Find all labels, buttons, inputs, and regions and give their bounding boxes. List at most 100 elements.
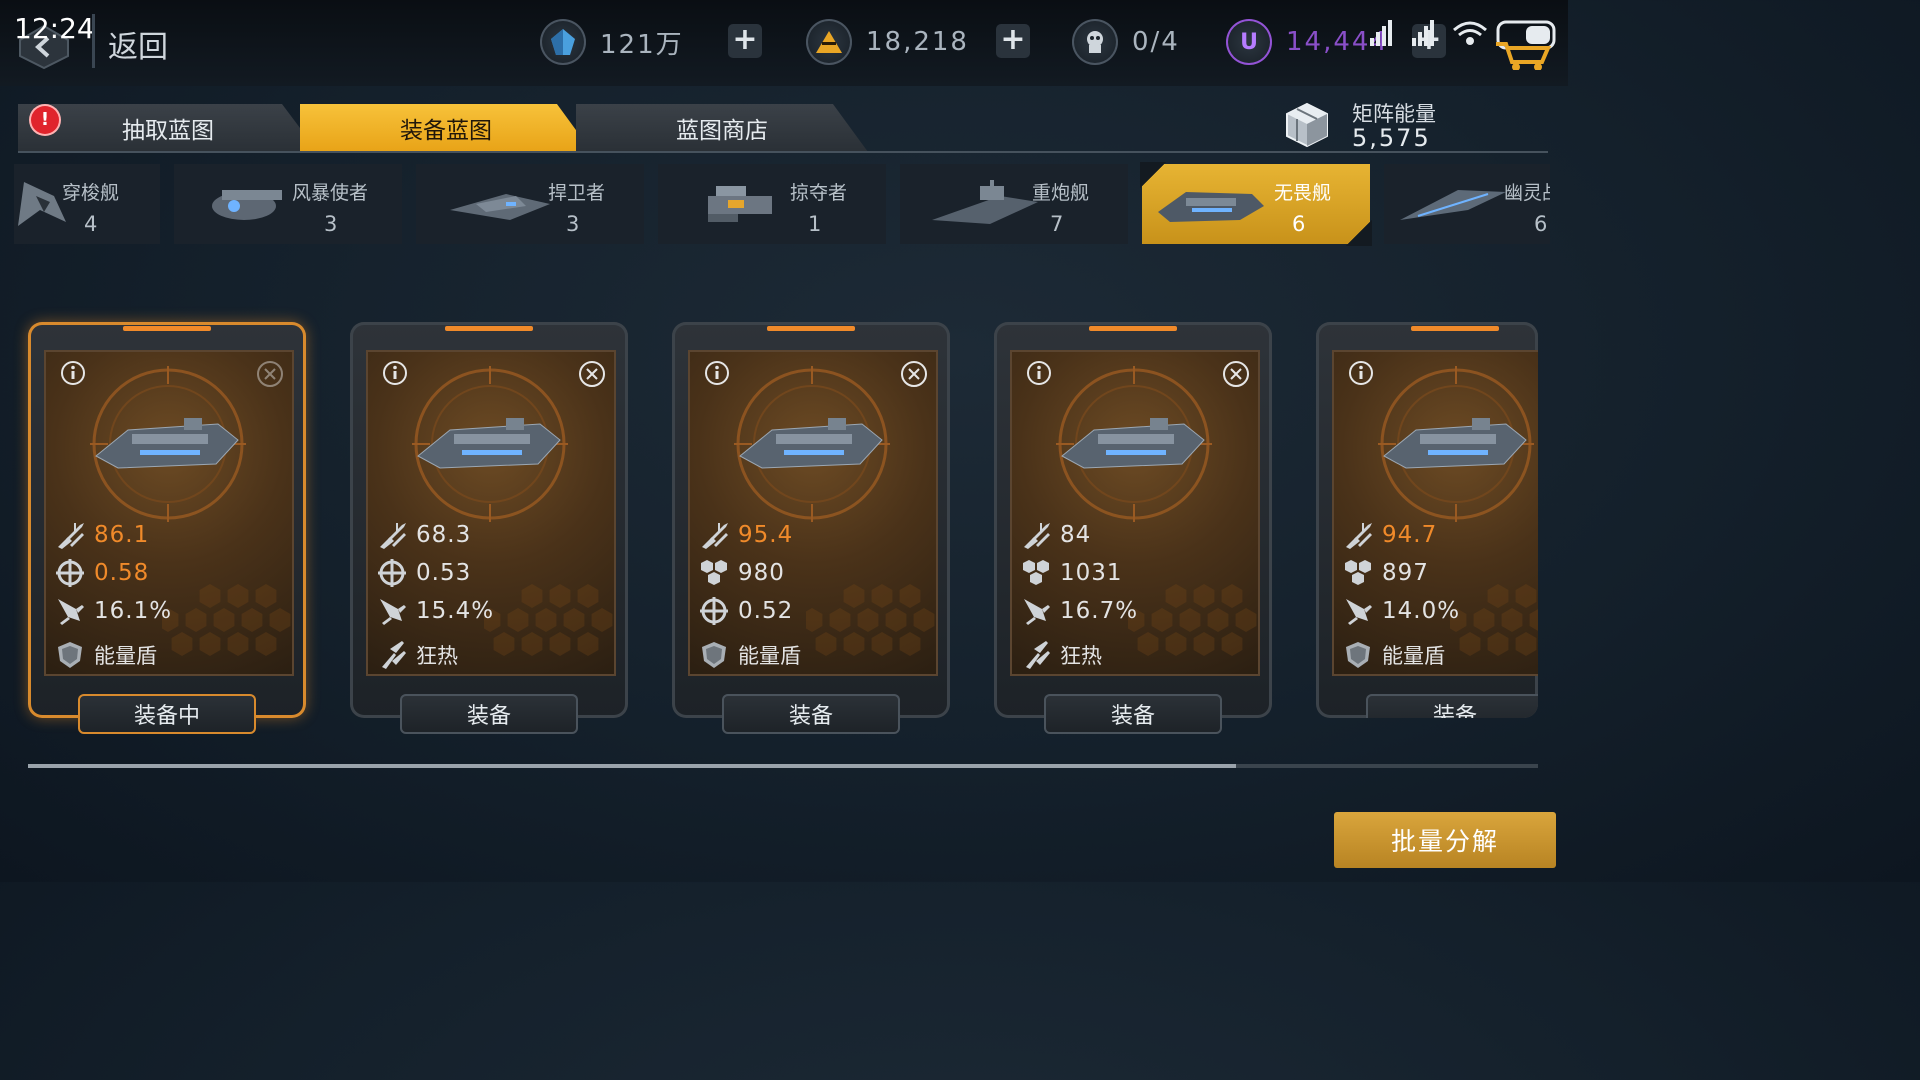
card-body: 94.7 897 14.0% 能量盾: [1332, 350, 1538, 676]
ship-class-dreadnought[interactable]: 无畏舰 6: [1140, 162, 1372, 246]
artillery-ship-icon: [932, 180, 1038, 224]
crystal-value: 121万: [600, 29, 684, 60]
crosshair-icon: [378, 559, 406, 587]
tab-label: 抽取蓝图: [122, 118, 214, 144]
ship-class-count: 1: [808, 212, 822, 236]
gold-icon: [806, 19, 852, 65]
crystal-icon: [540, 19, 586, 65]
blueprint-card[interactable]: 68.3 0.53 15.4% 狂热 装备: [350, 322, 628, 734]
ship-class-plunderer[interactable]: 掠夺者 1: [658, 164, 886, 244]
equip-button[interactable]: 装备: [722, 694, 900, 734]
equip-button[interactable]: 装备: [1044, 694, 1222, 734]
defender-ship-icon: [450, 194, 550, 220]
skill-name: 狂热: [1060, 644, 1102, 668]
card-top-light: [445, 326, 533, 331]
stat-skill: 能量盾: [1342, 638, 1445, 672]
horizontal-scrollbar[interactable]: [28, 764, 1538, 768]
close-icon[interactable]: [900, 360, 928, 388]
info-icon[interactable]: [1026, 360, 1052, 386]
tab-blueprint-shop[interactable]: 蓝图商店: [576, 104, 868, 152]
add-crystal-button[interactable]: +: [728, 24, 762, 58]
stat-value: 0.58: [94, 560, 150, 586]
dreadnought-ship-icon: [90, 366, 246, 522]
ship-class-name: 掠夺者: [790, 182, 848, 204]
blueprint-card[interactable]: 86.1 0.58 16.1% 能量盾 装备中: [28, 322, 306, 734]
card-top-light: [123, 326, 211, 331]
stat-attack: 94.7: [1342, 518, 1437, 552]
card-top-light: [1411, 326, 1499, 331]
stat-value: 16.7%: [1060, 598, 1139, 624]
matrix-energy-value: 5,575: [1352, 124, 1431, 152]
equipped-button[interactable]: 装备中: [78, 694, 256, 734]
stat-value: 1031: [1060, 560, 1123, 586]
stat-value: 68.3: [416, 522, 472, 548]
blueprint-card[interactable]: 94.7 897 14.0% 能量盾 装备: [1316, 322, 1538, 718]
alert-badge: !: [31, 106, 59, 134]
dreadnought-ship-icon: [1158, 192, 1264, 222]
shield-icon: [1346, 642, 1370, 668]
status-time: 12:24: [14, 12, 95, 45]
ship-class-count: 4: [84, 212, 98, 236]
info-icon[interactable]: [704, 360, 730, 386]
crosshair-icon: [700, 597, 728, 625]
crosshair-icon: [56, 559, 84, 587]
ship-class-artillery[interactable]: 重炮舰 7: [900, 164, 1128, 244]
ship-class-storm-envoy[interactable]: 风暴使者 3: [174, 164, 402, 244]
stat-skill: 狂热: [1020, 638, 1102, 672]
resource-crystal: 121万: [540, 18, 684, 66]
hex-pattern: [806, 584, 935, 656]
tab-draw-blueprint[interactable]: 抽取蓝图: [18, 104, 318, 152]
system-status-icons: [1370, 20, 1556, 70]
attack-icon: [1346, 523, 1372, 549]
ship-class-count: 3: [566, 212, 580, 236]
missile-icon: [380, 599, 406, 625]
stat-skill: 狂热: [376, 638, 458, 672]
plunderer-ship-icon: [708, 186, 772, 222]
ship-class-shuttle[interactable]: 穿梭舰 4: [14, 164, 160, 244]
stat-value: 15.4%: [416, 598, 495, 624]
stat-tertiary: 14.0%: [1342, 594, 1460, 628]
bulk-dismantle-button[interactable]: 批量分解: [1334, 812, 1556, 868]
ship-class-ghost[interactable]: 幽灵战 6: [1384, 164, 1550, 244]
skill-name: 能量盾: [1382, 644, 1445, 668]
tab-equip-blueprint[interactable]: 装备蓝图: [300, 104, 592, 152]
attack-icon: [380, 523, 406, 549]
tab-label: 蓝图商店: [676, 118, 768, 144]
blueprint-card[interactable]: 95.4 980 0.52 能量盾 装备: [672, 322, 950, 734]
cube-icon: [1286, 102, 1328, 148]
ship-class-name: 幽灵战: [1504, 182, 1550, 204]
close-icon[interactable]: [1222, 360, 1250, 388]
equip-button[interactable]: 装备: [400, 694, 578, 734]
stat-skill: 能量盾: [698, 638, 801, 672]
close-icon[interactable]: [256, 360, 284, 388]
stat-value: 14.0%: [1382, 598, 1461, 624]
stat-tertiary: 16.7%: [1020, 594, 1138, 628]
stat-skill: 能量盾: [54, 638, 157, 672]
divider: [92, 14, 95, 68]
add-gold-button[interactable]: +: [996, 24, 1030, 58]
info-icon[interactable]: [382, 360, 408, 386]
resource-u-currency: U 14,444: [1226, 18, 1389, 66]
ship-class-name: 穿梭舰: [62, 182, 120, 204]
scrollbar-thumb[interactable]: [28, 764, 1236, 768]
ghost-ship-icon: [1400, 190, 1506, 220]
card-body: 84 1031 16.7% 狂热: [1010, 350, 1260, 676]
stat-attack: 95.4: [698, 518, 793, 552]
card-top-light: [1089, 326, 1177, 331]
info-icon[interactable]: [60, 360, 86, 386]
ship-class-count: 7: [1050, 212, 1064, 236]
blueprint-card[interactable]: 84 1031 16.7% 狂热 装备: [994, 322, 1272, 734]
shield-icon: [702, 642, 726, 668]
ship-class-name: 风暴使者: [292, 182, 369, 204]
ship-class-count: 6: [1534, 212, 1548, 236]
dreadnought-ship-icon: [1056, 366, 1212, 522]
close-icon[interactable]: [578, 360, 606, 388]
equip-button[interactable]: 装备: [1366, 694, 1538, 718]
info-icon[interactable]: [1348, 360, 1374, 386]
shield-icon: [58, 642, 82, 668]
stat-value: 86.1: [94, 522, 150, 548]
back-button[interactable]: 返回: [108, 22, 168, 66]
ship-class-defender[interactable]: 捍卫者 3: [416, 164, 644, 244]
card-body: 86.1 0.58 16.1% 能量盾: [44, 350, 294, 676]
stat-secondary: 1031: [1020, 556, 1123, 590]
